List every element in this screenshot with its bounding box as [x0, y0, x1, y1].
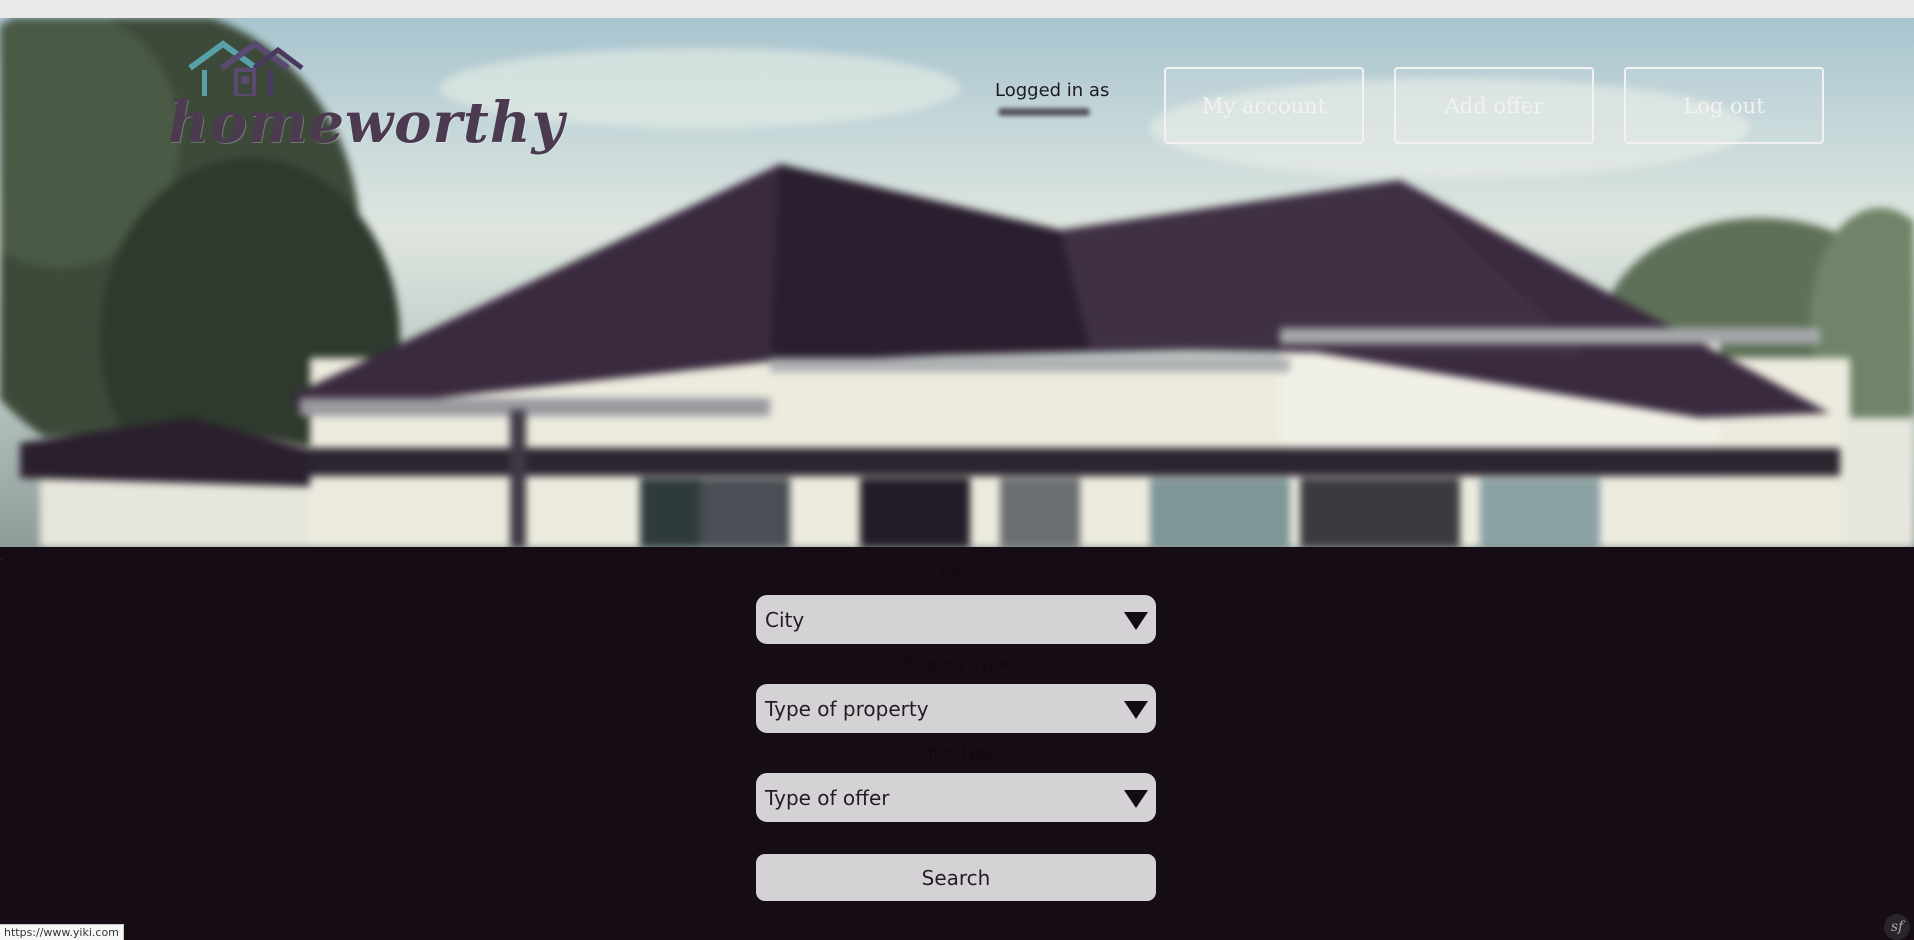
property-type-select[interactable]: Type of property	[756, 684, 1156, 733]
triangle-down-icon	[1124, 790, 1148, 808]
stray-text-mark: ·	[0, 555, 4, 566]
offer-type-select[interactable]: Type of offer	[756, 773, 1156, 822]
add-offer-button[interactable]: Add offer	[1394, 67, 1594, 144]
logged-in-label: Logged in as	[995, 80, 1110, 101]
symfony-icon[interactable]: sf	[1884, 914, 1910, 940]
city-select[interactable]: City	[756, 595, 1156, 644]
browser-top-strip	[0, 0, 1914, 18]
offer-type-label: Offer_type	[916, 744, 996, 762]
logged-in-username-redacted	[998, 108, 1090, 116]
city-label: City	[941, 566, 971, 584]
site-logo[interactable]: homeworthy	[168, 40, 564, 160]
triangle-down-icon	[1124, 612, 1148, 630]
search-button[interactable]: Search	[756, 854, 1156, 901]
logo-wordmark: homeworthy	[168, 90, 566, 156]
offer-type-select-value: Type of offer	[765, 785, 890, 810]
property-type-select-value: Type of property	[765, 696, 929, 721]
property-type-label: Property_type	[903, 655, 1009, 673]
status-bar-url: https://www.yiki.com	[0, 924, 124, 940]
triangle-down-icon	[1124, 701, 1148, 719]
house-roof-icon	[188, 40, 304, 96]
hero-banner: homeworthy Logged in as My account Add o…	[0, 18, 1914, 547]
log-out-button[interactable]: Log out	[1624, 67, 1824, 144]
my-account-button[interactable]: My account	[1164, 67, 1364, 144]
city-select-value: City	[765, 607, 805, 632]
